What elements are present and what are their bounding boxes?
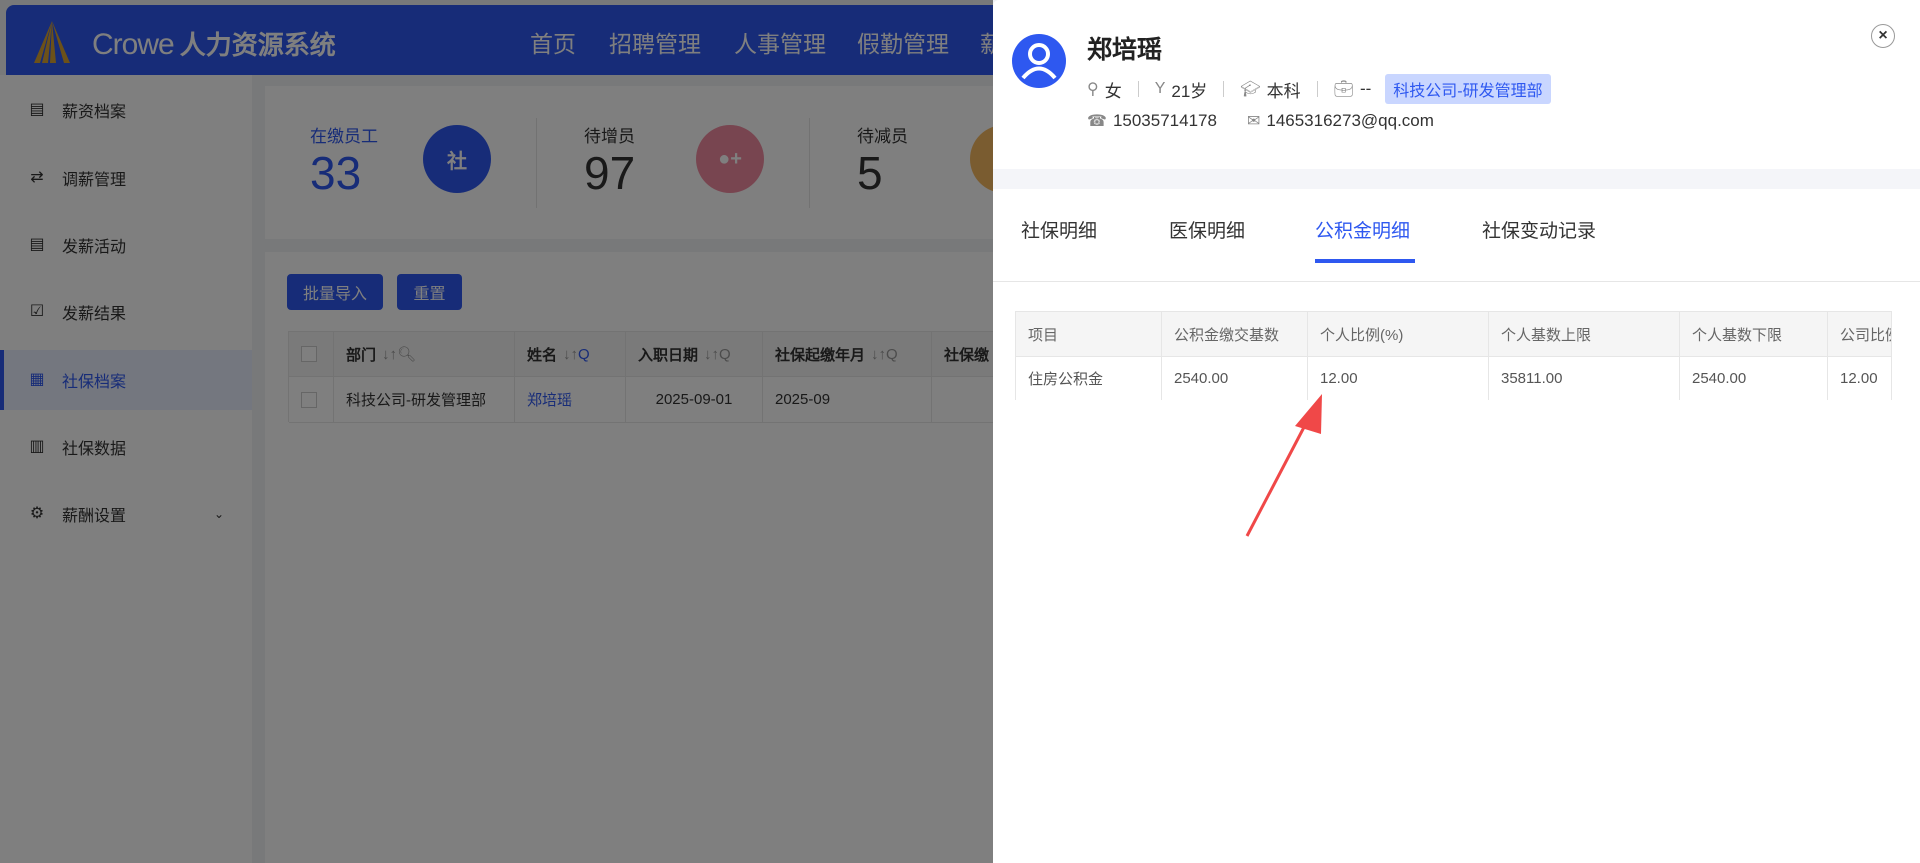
close-button[interactable]: ×	[1871, 24, 1895, 48]
column-header: 个人比例(%)	[1308, 312, 1489, 357]
active-tab-indicator	[1315, 259, 1415, 263]
contact-row: ☎ 15035714178 ✉ 1465316273@qq.com	[1087, 111, 1434, 131]
tab-housing-fund-detail[interactable]: 公积金明细	[1315, 216, 1410, 243]
position: --	[1359, 79, 1372, 98]
section-divider	[993, 169, 1920, 189]
gender-icon: ⚲	[1087, 81, 1099, 98]
divider	[1316, 81, 1318, 97]
cell-lower-limit: 2540.00	[1680, 357, 1828, 400]
tab-social-change-log[interactable]: 社保变动记录	[1482, 216, 1596, 243]
mail-icon: ✉	[1246, 113, 1261, 130]
housing-fund-table: 项目 公积金缴交基数 个人比例(%) 个人基数上限 个人基数下限 公司比例 住房…	[1015, 311, 1892, 400]
age: 21岁	[1171, 81, 1208, 101]
phone: 15035714178	[1112, 111, 1217, 130]
email: 1465316273@qq.com	[1266, 111, 1434, 130]
avatar	[1012, 34, 1066, 88]
column-header: 项目	[1016, 312, 1162, 357]
tab-medical-detail[interactable]: 医保明细	[1169, 216, 1245, 243]
gender: 女	[1104, 81, 1122, 101]
divider	[1223, 81, 1225, 97]
cell-personal-ratio: 12.00	[1308, 357, 1489, 400]
divider	[993, 281, 1920, 282]
sprout-icon: Y	[1154, 80, 1166, 97]
cell-company-ratio: 12.00	[1828, 357, 1892, 400]
graduation-cap-icon: 🎓︎	[1240, 81, 1261, 98]
column-header: 个人基数下限	[1680, 312, 1828, 357]
cell-item: 住房公积金	[1016, 357, 1162, 400]
education: 本科	[1266, 81, 1301, 101]
briefcase-icon: 💼︎	[1333, 81, 1354, 98]
tab-social-detail[interactable]: 社保明细	[1021, 216, 1097, 243]
table-edge	[1891, 311, 1892, 400]
employee-name: 郑培瑶	[1087, 36, 1163, 64]
employee-info-row: ⚲ 女 Y 21岁 🎓︎ 本科 💼︎ -- 科技公司-研发管理部	[1087, 74, 1551, 104]
modal-mask[interactable]	[0, 0, 993, 863]
column-header: 公积金缴交基数	[1162, 312, 1308, 357]
annotation-arrow-icon	[1245, 394, 1322, 537]
divider	[1137, 81, 1139, 97]
cell-upper-limit: 35811.00	[1489, 357, 1680, 400]
column-header: 公司比例	[1828, 312, 1892, 357]
employee-detail-drawer: 郑培瑶 ⚲ 女 Y 21岁 🎓︎ 本科 💼︎ -- 科技公司-研发管理部 ☎ 150357…	[993, 0, 1920, 863]
column-header: 个人基数上限	[1489, 312, 1680, 357]
department-tag: 科技公司-研发管理部	[1385, 74, 1551, 104]
phone-icon: ☎	[1087, 113, 1107, 130]
